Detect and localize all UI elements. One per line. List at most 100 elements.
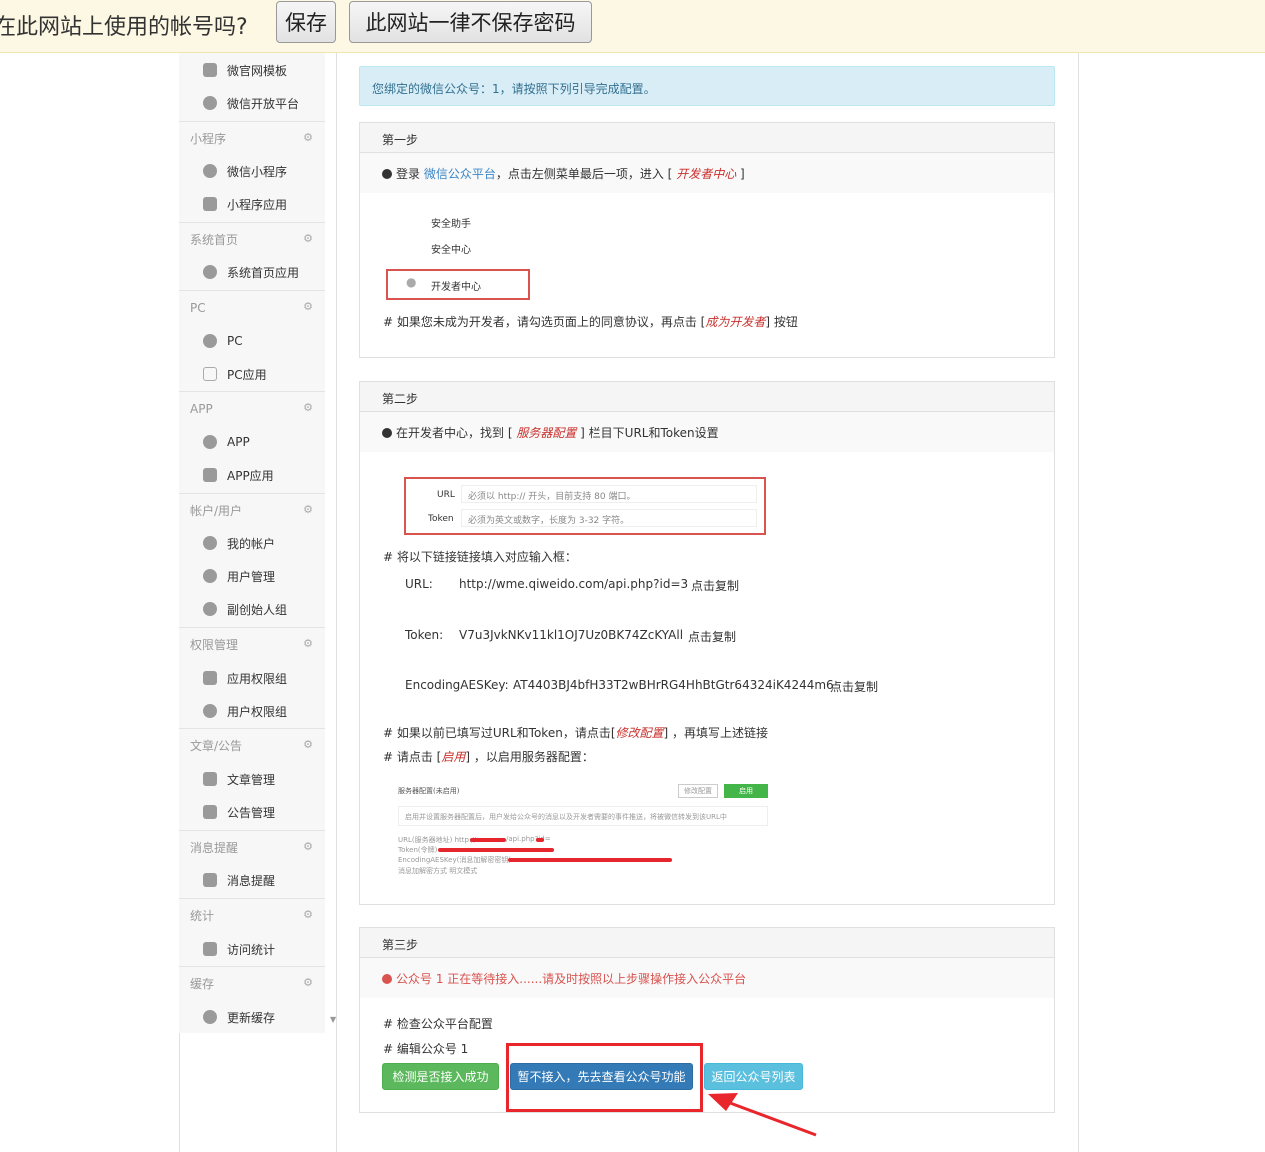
step2-panel: 第二步 在开发者中心，找到 [ 服务器配置 ] 栏目下URL和Token设置 U… — [359, 381, 1055, 905]
template-icon — [203, 63, 217, 77]
redaction-scribble — [470, 838, 506, 842]
fake-token-label: Token — [428, 514, 454, 524]
info-icon — [382, 169, 392, 179]
sidebar-item-my-account[interactable]: 我的帐户 — [203, 533, 275, 553]
content-right-border — [1078, 53, 1079, 1152]
article-icon — [203, 772, 217, 786]
check-config-note: # 检查公众平台配置 — [383, 1017, 493, 1031]
sidebar-group-pc[interactable]: PC ⚙ — [179, 290, 325, 324]
scroll-down-arrow-icon[interactable]: ▼ — [330, 1015, 336, 1024]
sidebar-group-app[interactable]: APP ⚙ — [179, 391, 325, 425]
menu-security-assistant: 安全助手 — [431, 219, 471, 230]
info-icon — [382, 428, 392, 438]
step1-title: 第一步 — [360, 123, 1054, 153]
fake-enable-button: 启用 — [724, 784, 768, 798]
sidebar-item-message-reminder[interactable]: 消息提醒 — [203, 870, 275, 890]
sidebar-item-miniprogram-apps[interactable]: 小程序应用 — [203, 194, 287, 214]
app-icon — [203, 197, 217, 211]
gear-icon[interactable]: ⚙ — [303, 401, 313, 414]
sidebar-item-user-permissions[interactable]: 用户权限组 — [203, 701, 287, 721]
gear-icon[interactable]: ⚙ — [303, 503, 313, 516]
step2-instruction: 在开发者中心，找到 [ 服务器配置 ] 栏目下URL和Token设置 — [360, 412, 1054, 452]
sidebar-item-open-platform[interactable]: 微信开放平台 — [203, 93, 299, 113]
sidebar-group-miniprogram[interactable]: 小程序 ⚙ — [179, 121, 325, 155]
annotation-arrow-icon — [708, 1093, 817, 1137]
sidebar-item-site-template[interactable]: 微官网模板 — [203, 60, 287, 80]
sidebar-group-articles[interactable]: 文章/公告 ⚙ — [179, 728, 325, 762]
platform-icon — [203, 96, 217, 110]
never-save-password-button[interactable]: 此网站一律不保存密码 — [349, 1, 592, 43]
sidebar-item-visit-stats[interactable]: 访问统计 — [203, 939, 275, 959]
url-value: http://wme.qiweido.com/api.php?id=3 — [459, 577, 689, 591]
pc-icon — [203, 334, 217, 348]
fake-token-input: 必须为英文或数字，长度为 3-32 字符。 — [461, 509, 757, 527]
copy-url-link[interactable]: 点击复制 — [691, 577, 739, 594]
gear-icon[interactable]: ⚙ — [303, 840, 313, 853]
lock-icon — [203, 671, 217, 685]
save-password-button[interactable]: 保存 — [276, 1, 336, 43]
sidebar-item-notice-manage[interactable]: 公告管理 — [203, 802, 275, 822]
password-save-question: 在此网站上使用的帐号吗? — [0, 15, 248, 40]
sidebar-item-app-apps[interactable]: APP应用 — [203, 465, 274, 485]
fake-mode-row: 消息加解密方式 明文模式 — [398, 867, 478, 875]
sidebar-item-app[interactable]: APP — [203, 432, 250, 452]
fake-aes-row: EncodingAESKey(消息加解密密钥) — [398, 856, 512, 864]
sidebar-item-article-manage[interactable]: 文章管理 — [203, 769, 275, 789]
modify-config-note: # 如果以前已填写过URL和Token，请点击[修改配置] ，再填写上述链接 — [383, 726, 769, 740]
gear-icon[interactable]: ⚙ — [303, 637, 313, 650]
gear-icon[interactable]: ⚙ — [303, 131, 313, 144]
menu-security-center: 安全中心 — [431, 245, 471, 256]
sidebar-group-home[interactable]: 系统首页 ⚙ — [179, 222, 325, 256]
pc-app-icon — [203, 367, 217, 381]
fake-token-row: Token(令牌) — [398, 846, 438, 854]
content-left-border — [336, 53, 337, 1152]
annotation-highlight-box — [506, 1043, 703, 1112]
sidebar-item-pc-apps[interactable]: PC应用 — [203, 364, 267, 384]
fake-server-desc: 启用并设置服务器配置后，用户发给公众号的消息以及开发者需要的事件推送，将被微信转… — [398, 806, 768, 826]
fake-url-row: URL(服务器地址) http:// — [398, 836, 477, 844]
aes-value: AT4403BJ4bfH33T2wBHrRG4HhBtGtr64324iK424… — [513, 678, 834, 692]
stats-icon — [203, 942, 217, 956]
user-group-icon — [203, 602, 217, 616]
sidebar-group-stats[interactable]: 统计 ⚙ — [179, 898, 325, 932]
fake-modify-button: 修改配置 — [678, 784, 718, 798]
sidebar-item-app-permissions[interactable]: 应用权限组 — [203, 668, 287, 688]
warning-icon — [382, 974, 392, 984]
miniprogram-icon — [203, 164, 217, 178]
sidebar-item-user-manage[interactable]: 用户管理 — [203, 566, 275, 586]
sidebar-item-wechat-miniprogram[interactable]: 微信小程序 — [203, 161, 287, 181]
sidebar-item-update-cache[interactable]: 更新缓存 — [203, 1007, 275, 1027]
redaction-scribble — [536, 838, 544, 842]
token-value: V7u3JvkNKv11kl1OJ7Uz0BK74ZcKYAll — [459, 628, 684, 642]
enable-config-note: # 请点击 [启用] ，以启用服务器配置： — [383, 750, 594, 764]
gear-icon[interactable]: ⚙ — [303, 908, 313, 921]
gear-icon[interactable]: ⚙ — [303, 300, 313, 313]
copy-aes-link[interactable]: 点击复制 — [830, 678, 878, 695]
app-platform-icon — [203, 435, 217, 449]
aes-label: EncodingAESKey: — [405, 678, 509, 692]
copy-token-link[interactable]: 点击复制 — [688, 628, 736, 645]
sidebar-item-vice-founders[interactable]: 副创始人组 — [203, 599, 287, 619]
user-lock-icon — [203, 704, 217, 718]
sidebar-group-cache[interactable]: 缓存 ⚙ — [179, 966, 325, 1000]
megaphone-icon — [203, 805, 217, 819]
fake-server-config-title: 服务器配置(未启用) — [398, 787, 460, 795]
step1-note: # 如果您未成为开发者，请勾选页面上的同意协议，再点击 [成为开发者] 按钮 — [383, 315, 798, 329]
user-icon — [203, 536, 217, 550]
sidebar-group-account[interactable]: 帐户/用户 ⚙ — [179, 493, 325, 527]
gear-icon[interactable]: ⚙ — [303, 232, 313, 245]
message-icon — [203, 873, 217, 887]
gear-icon[interactable]: ⚙ — [303, 976, 313, 989]
sidebar-group-permissions[interactable]: 权限管理 ⚙ — [179, 627, 325, 661]
sidebar-item-pc[interactable]: PC — [203, 331, 243, 351]
wechat-platform-link[interactable]: 微信公众平台 — [424, 167, 496, 181]
edit-account-note: # 编辑公众号 1 — [383, 1042, 469, 1056]
gear-icon[interactable]: ⚙ — [303, 738, 313, 751]
redaction-scribble — [508, 858, 672, 862]
step2-title: 第二步 — [360, 382, 1054, 412]
sidebar-group-messages[interactable]: 消息提醒 ⚙ — [179, 830, 325, 864]
person-icon: ● — [406, 275, 417, 289]
check-connection-button[interactable]: 检测是否接入成功 — [382, 1063, 499, 1090]
sidebar-item-home-apps[interactable]: 系统首页应用 — [203, 262, 299, 282]
refresh-icon — [203, 1010, 217, 1024]
